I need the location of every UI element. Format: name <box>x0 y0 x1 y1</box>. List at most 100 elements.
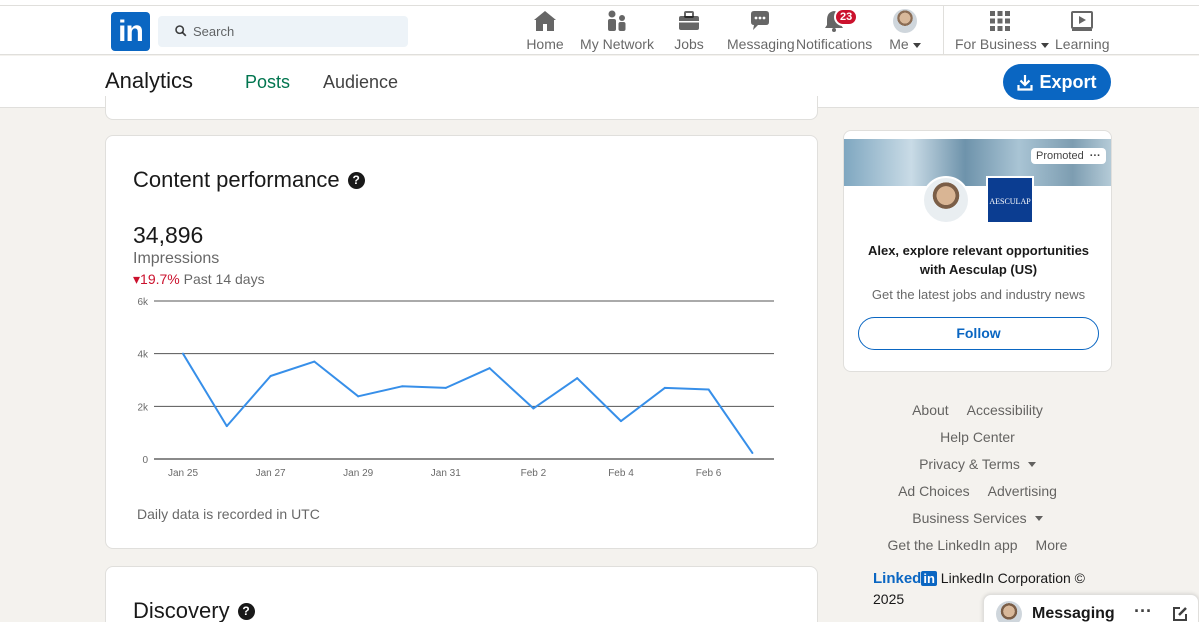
down-arrow-icon: ▾ <box>133 271 141 287</box>
footer-link-about[interactable]: About <box>912 402 949 418</box>
company-logo[interactable]: AESCULAP <box>986 176 1034 224</box>
data-point <box>357 395 360 398</box>
y-tick-label: 4k <box>137 350 149 361</box>
nav-label: Learning <box>1055 36 1110 52</box>
follow-button[interactable]: Follow <box>858 317 1099 350</box>
tab-audience[interactable]: Audience <box>323 72 398 93</box>
nav-label: Home <box>526 36 564 52</box>
chevron-down-icon <box>912 42 921 48</box>
linkedin-wordmark-box: in <box>921 571 937 586</box>
nav-learning[interactable]: Learning <box>1055 9 1110 55</box>
jobs-icon <box>679 11 699 30</box>
compose-icon[interactable] <box>1171 605 1189 622</box>
footer-links: About Accessibility Help Center Privacy … <box>843 396 1112 558</box>
help-icon[interactable]: ? <box>237 602 255 620</box>
footer-link-label: Business Services <box>912 509 1027 526</box>
messaging-overlay[interactable]: Messaging ··· <box>983 594 1199 622</box>
x-tick-label: Jan 27 <box>256 468 286 479</box>
x-tick-label: Feb 6 <box>696 468 722 479</box>
nav-home[interactable]: Home <box>525 9 565 55</box>
nav-label: For Business <box>955 36 1037 52</box>
global-nav: in Search Home My Network Jobs Messaging… <box>0 6 1199 55</box>
ad-headline: Alex, explore relevant opportunities wit… <box>867 243 1090 277</box>
content-performance-card: Content performance ? 34,896 Impressions… <box>105 135 818 549</box>
nav-label: Me <box>889 36 909 52</box>
nav-notifications[interactable]: 23 Notifications <box>796 8 873 55</box>
nav-my-network[interactable]: My Network <box>578 9 656 55</box>
help-icon[interactable]: ? <box>347 171 365 189</box>
footer-link-label: Privacy & Terms <box>919 455 1020 472</box>
period-label: Past 14 days <box>183 271 265 287</box>
tab-posts[interactable]: Posts <box>245 72 290 93</box>
nav-divider <box>943 6 944 55</box>
data-point <box>401 385 403 388</box>
section-title: Discovery <box>133 598 230 622</box>
search-placeholder: Search <box>193 24 235 39</box>
impressions-chart: 0 2k 4k 6k Jan 25 Jan 27 Jan 29 Jan 31 Feb 2 Feb … <box>137 297 774 479</box>
messaging-label: Messaging <box>1032 605 1115 622</box>
chevron-down-icon <box>1027 462 1036 468</box>
nav-jobs[interactable]: Jobs <box>672 9 706 55</box>
footer-link-get-app[interactable]: Get the LinkedIn app <box>888 537 1018 553</box>
nav-label: Notifications <box>796 36 873 52</box>
nav-label: My Network <box>580 36 654 52</box>
more-icon[interactable]: ··· <box>1090 150 1101 162</box>
home-icon <box>534 11 556 31</box>
discovery-card: Discovery ? <box>105 566 818 622</box>
data-point <box>576 377 579 380</box>
promoted-ad-card: Promoted ··· AESCULAP Alex, explore rele… <box>843 130 1112 372</box>
data-point <box>225 425 228 428</box>
promoted-badge[interactable]: Promoted ··· <box>1031 148 1106 164</box>
nav-me[interactable]: Me <box>886 9 924 55</box>
messaging-icon <box>751 11 769 30</box>
notification-badge: 23 <box>834 8 859 26</box>
footer-link-advertising[interactable]: Advertising <box>988 483 1057 499</box>
y-tick-label: 6k <box>137 297 149 308</box>
search-icon <box>175 25 187 37</box>
section-title: Content performance <box>133 167 340 192</box>
download-icon <box>1017 74 1034 91</box>
footer-link-more[interactable]: More <box>1036 537 1068 553</box>
trend: ▾19.7% Past 14 days <box>133 271 265 288</box>
series-line <box>182 353 754 454</box>
data-point <box>444 386 447 389</box>
previous-card <box>105 96 818 120</box>
change-percent: 19.7% <box>140 271 180 287</box>
avatar <box>893 9 917 33</box>
x-tick-label: Jan 31 <box>431 468 461 479</box>
footer-link-accessibility[interactable]: Accessibility <box>967 402 1043 418</box>
footer-link-privacy-terms[interactable]: Privacy & Terms <box>919 456 1036 472</box>
x-tick-label: Feb 4 <box>608 468 634 479</box>
impressions-value: 34,896 <box>133 222 204 248</box>
network-icon <box>608 10 626 31</box>
chevron-down-icon <box>1034 516 1043 522</box>
grid-icon <box>990 11 1010 31</box>
data-point <box>663 386 666 389</box>
nav-messaging[interactable]: Messaging <box>727 9 795 55</box>
data-point <box>707 388 710 391</box>
footnote: Daily data is recorded in UTC <box>137 506 320 522</box>
data-point <box>313 360 316 363</box>
more-icon[interactable]: ··· <box>1134 601 1152 622</box>
nav-label: Jobs <box>674 36 704 52</box>
x-tick-label: Jan 25 <box>168 468 198 479</box>
footer-link-business-services[interactable]: Business Services <box>912 509 1043 526</box>
search-input[interactable]: Search <box>158 16 408 47</box>
footer-link-help-center[interactable]: Help Center <box>940 429 1015 445</box>
export-button[interactable]: Export <box>1003 64 1111 100</box>
promoted-label: Promoted <box>1036 150 1084 162</box>
y-tick-label: 2k <box>137 402 149 413</box>
nav-label: Messaging <box>727 36 795 52</box>
data-point <box>620 420 622 423</box>
page-title: Analytics <box>105 68 194 93</box>
footer-link-ad-choices[interactable]: Ad Choices <box>898 483 970 499</box>
linkedin-wordmark: Linked <box>873 570 922 587</box>
data-point <box>182 352 184 355</box>
data-point <box>488 367 491 370</box>
metric-label: Impressions <box>133 250 220 267</box>
nav-for-business[interactable]: For Business <box>955 9 1049 55</box>
learning-icon <box>1071 11 1093 31</box>
export-label: Export <box>1039 71 1097 92</box>
avatar <box>996 601 1022 622</box>
linkedin-logo[interactable]: in <box>111 12 150 51</box>
